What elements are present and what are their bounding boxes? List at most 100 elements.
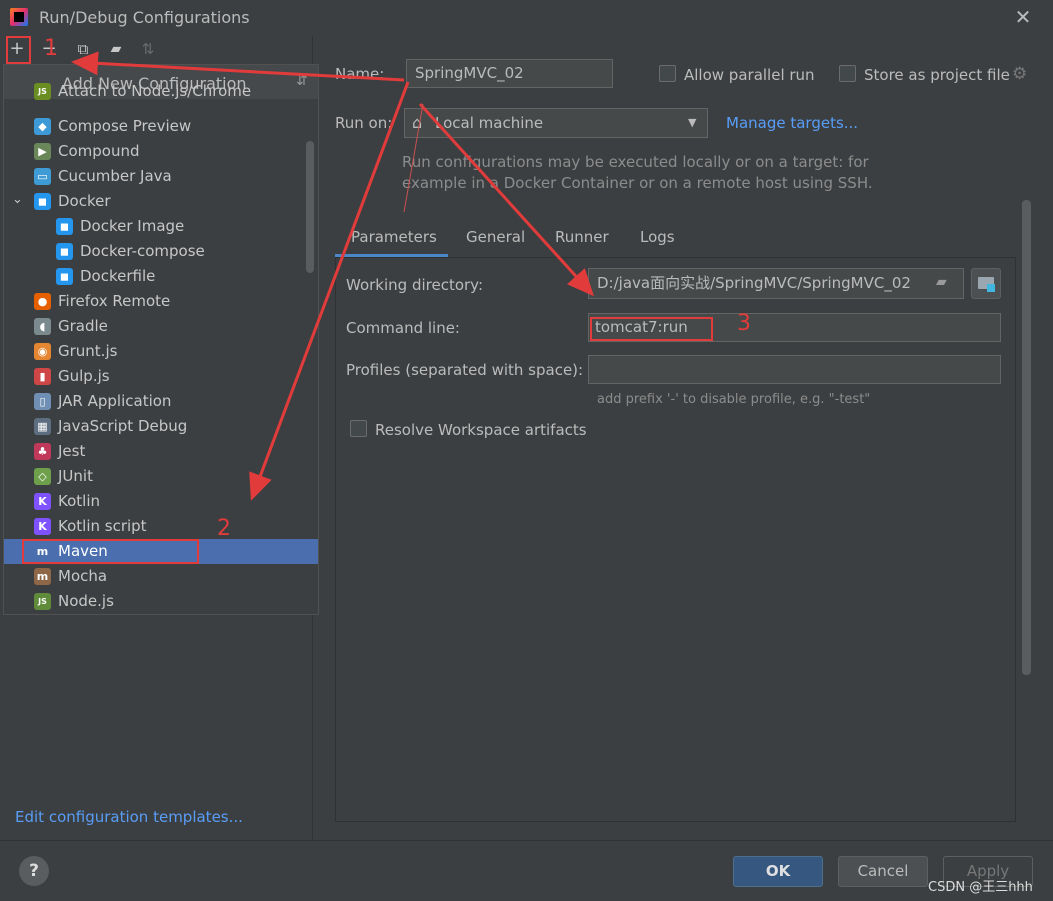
list-item[interactable]: JS Attach to Node.js/Chrome — [4, 79, 318, 104]
right-pane-scrollbar[interactable] — [1022, 200, 1031, 675]
run-on-hint-line2: example in a Docker Container or on a re… — [402, 174, 873, 192]
working-directory-input[interactable]: D:/java面向实战/SpringMVC/SpringMVC_02 — [588, 268, 964, 299]
popup-scrollbar[interactable] — [306, 141, 314, 273]
list-item-label: Kotlin script — [58, 517, 147, 535]
run-on-hint-line1: Run configurations may be executed local… — [402, 153, 869, 171]
run-on-label: Run on: — [335, 114, 393, 132]
list-item-label: Mocha — [58, 567, 108, 585]
help-button[interactable]: ? — [19, 856, 49, 886]
list-item[interactable]: ▮ Gulp.js — [4, 364, 318, 389]
run-on-dropdown[interactable]: Local machine — [404, 108, 708, 138]
allow-parallel-run-checkbox[interactable] — [659, 65, 676, 82]
list-item[interactable]: ▭ Cucumber Java — [4, 164, 318, 189]
list-item-label: Kotlin — [58, 492, 100, 510]
copy-configuration-button[interactable]: ⧉ — [72, 38, 94, 60]
sort-button[interactable]: ⇅ — [137, 38, 159, 60]
folder-button[interactable]: ▰ — [105, 38, 127, 60]
intellij-app-icon — [10, 8, 28, 26]
working-directory-label: Working directory: — [346, 276, 484, 294]
list-item-label: Grunt.js — [58, 342, 118, 360]
kotlin-icon: K — [34, 493, 51, 510]
list-item[interactable]: K Kotlin — [4, 489, 318, 514]
docker-icon: ◼ — [56, 243, 73, 260]
list-item[interactable]: JS Node.js — [4, 589, 318, 614]
nodejs-icon: JS — [34, 593, 51, 610]
list-item-label: Docker-compose — [80, 242, 205, 260]
list-item[interactable]: ▦ JavaScript Debug — [4, 414, 318, 439]
docker-icon: ◼ — [34, 193, 51, 210]
home-icon: ⌂ — [412, 113, 423, 132]
list-item[interactable]: ▯ JAR Application — [4, 389, 318, 414]
resolve-workspace-label: Resolve Workspace artifacts — [375, 421, 587, 439]
list-item[interactable]: ◇ JUnit — [4, 464, 318, 489]
profiles-input[interactable] — [588, 355, 1001, 384]
list-item[interactable]: ◆ Compose Preview — [4, 114, 318, 139]
name-input[interactable]: SpringMVC_02 — [406, 59, 613, 88]
list-item-label: Gulp.js — [58, 367, 110, 385]
list-item-label: Dockerfile — [80, 267, 156, 285]
store-as-project-file-label: Store as project file — [864, 66, 1010, 84]
docker-icon: ◼ — [56, 218, 73, 235]
list-item-label: Cucumber Java — [58, 167, 172, 185]
list-item-label: Jest — [58, 442, 86, 460]
annotation-number-3: 3 — [737, 311, 751, 336]
jar-icon: ▯ — [34, 393, 51, 410]
firefox-icon: ● — [34, 293, 51, 310]
add-new-configuration-popup: Add New Configuration ⇵ JS Attach to Node… — [3, 64, 319, 615]
list-item-label: Compound — [58, 142, 140, 160]
cancel-button[interactable]: Cancel — [838, 856, 928, 887]
window-title: Run/Debug Configurations — [39, 8, 250, 27]
list-item-label: Attach to Node.js/Chrome — [58, 82, 252, 100]
kotlin-icon: K — [34, 518, 51, 535]
junit-icon: ◇ — [34, 468, 51, 485]
footer-divider — [0, 840, 1053, 841]
list-item[interactable]: ◖ Gradle — [4, 314, 318, 339]
edit-configuration-templates-link[interactable]: Edit configuration templates... — [15, 808, 243, 826]
store-as-project-file-checkbox[interactable] — [839, 65, 856, 82]
browse-folder-button[interactable] — [971, 268, 1001, 299]
nodejs-icon: JS — [34, 83, 51, 100]
annotation-number-2: 2 — [217, 516, 231, 541]
list-item-label: Docker — [58, 192, 111, 210]
working-directory-value: D:/java面向实战/SpringMVC/SpringMVC_02 — [597, 274, 911, 292]
mocha-icon: m — [34, 568, 51, 585]
list-item[interactable]: ▶ Compound — [4, 139, 318, 164]
csdn-watermark: CSDN @王三hhh — [928, 880, 1033, 895]
annotation-box-add — [6, 36, 31, 64]
docker-icon: ◼ — [56, 268, 73, 285]
tab-general[interactable]: General — [466, 228, 525, 246]
ok-button[interactable]: OK — [733, 856, 823, 887]
list-item-label: Firefox Remote — [58, 292, 171, 310]
gradle-icon: ◖ — [34, 318, 51, 335]
annotation-box-maven — [22, 539, 199, 564]
cucumber-icon: ▭ — [34, 168, 51, 185]
gear-icon[interactable]: ⚙ — [1012, 64, 1027, 84]
list-item-label: Docker Image — [80, 217, 185, 235]
list-item[interactable]: ◉ Grunt.js — [4, 339, 318, 364]
tab-runner[interactable]: Runner — [555, 228, 609, 246]
annotation-box-command — [590, 317, 713, 341]
list-item[interactable]: ♣ Jest — [4, 439, 318, 464]
jest-icon: ♣ — [34, 443, 51, 460]
list-item[interactable]: ◼ Docker Image — [4, 214, 318, 239]
list-item-label: JUnit — [58, 467, 93, 485]
list-item[interactable]: K Kotlin script — [4, 514, 318, 539]
tab-parameters[interactable]: Parameters — [351, 228, 437, 246]
list-item-label: JavaScript Debug — [58, 417, 188, 435]
name-label: Name: — [335, 65, 385, 83]
chevron-down-icon: ▼ — [688, 116, 697, 129]
list-item[interactable]: ◼ Dockerfile — [4, 264, 318, 289]
manage-targets-link[interactable]: Manage targets... — [726, 114, 858, 132]
annotation-number-1: 1 — [44, 36, 58, 61]
list-item[interactable]: ◼ Docker-compose — [4, 239, 318, 264]
list-item[interactable]: m Mocha — [4, 564, 318, 589]
list-item[interactable]: ● Firefox Remote — [4, 289, 318, 314]
tab-logs[interactable]: Logs — [640, 228, 675, 246]
allow-parallel-run-label: Allow parallel run — [684, 66, 815, 84]
folder-open-icon[interactable]: ▰ — [936, 274, 947, 290]
close-button[interactable]: ✕ — [1013, 6, 1033, 28]
resolve-workspace-checkbox[interactable] — [350, 420, 367, 437]
js-debug-icon: ▦ — [34, 418, 51, 435]
chevron-down-icon[interactable]: ⌄ — [12, 192, 23, 207]
list-item[interactable]: ⌄ ◼ Docker — [4, 189, 318, 214]
